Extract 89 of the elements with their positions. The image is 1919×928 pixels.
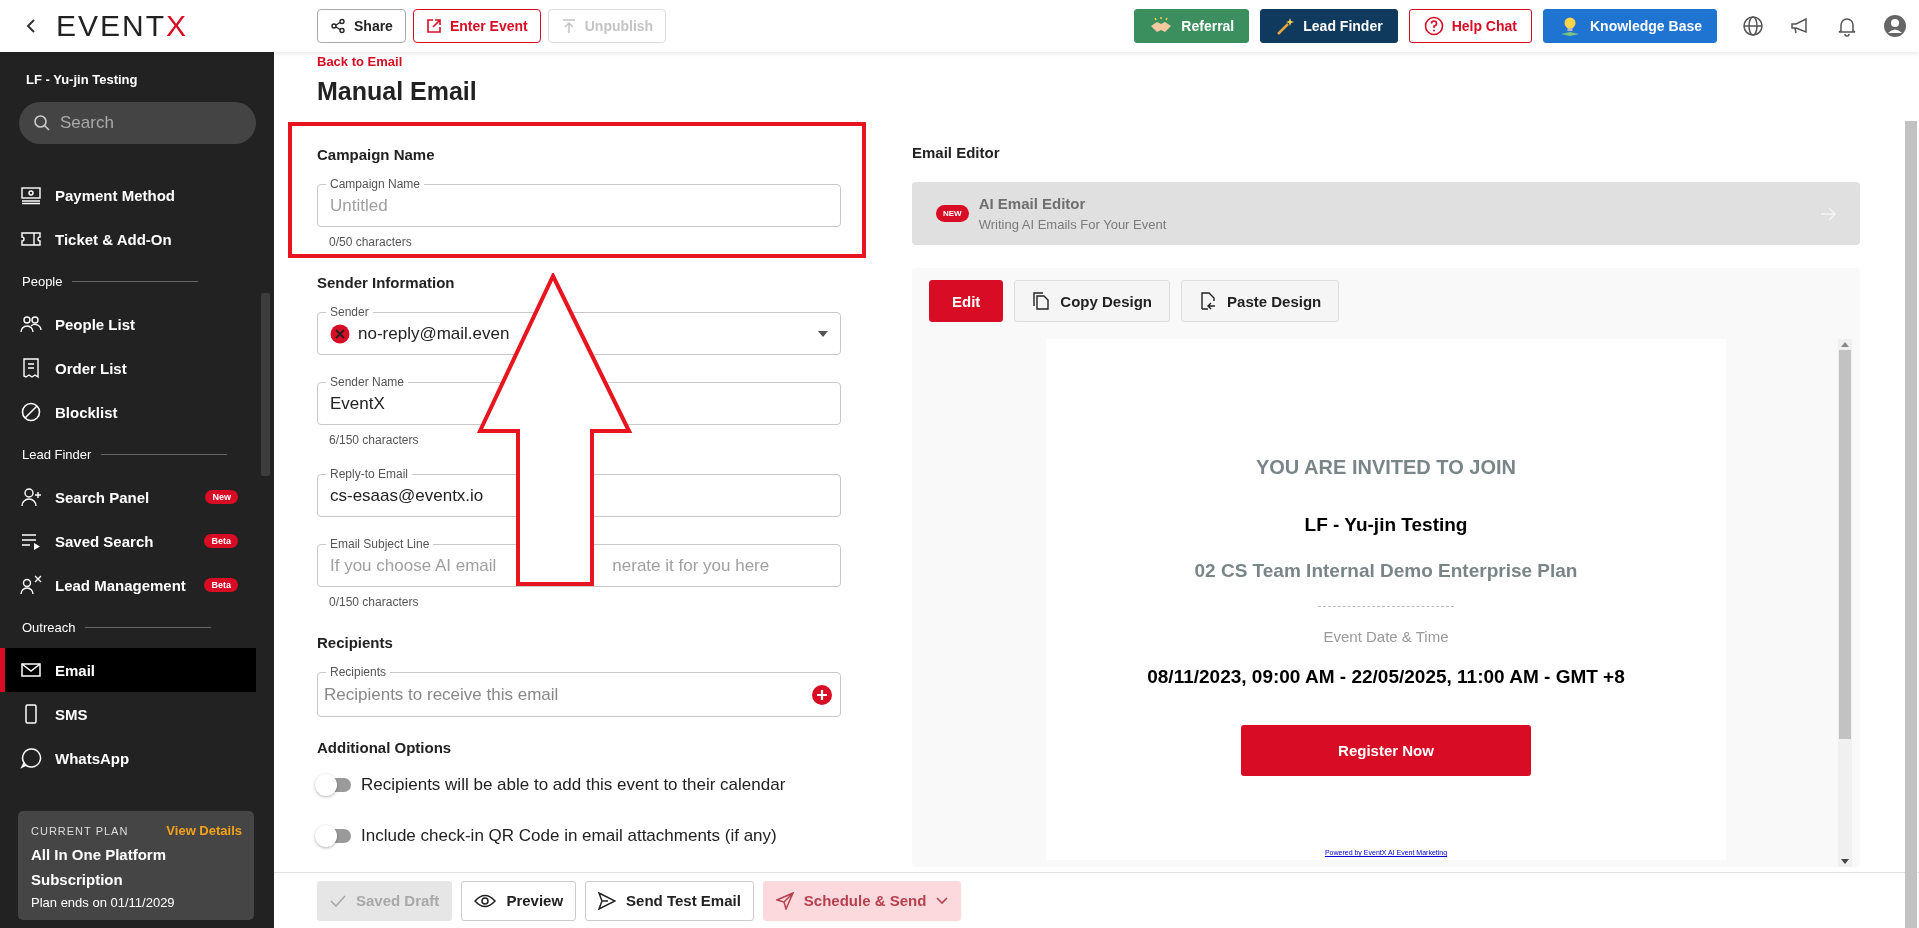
- user-avatar-icon[interactable]: [1883, 14, 1907, 38]
- section-label: Outreach: [22, 620, 76, 635]
- event-subtitle: 02 CS Team Internal Demo Enterprise Plan: [1194, 560, 1578, 582]
- character-counter: 0/50 characters: [328, 235, 413, 249]
- chat-bubble-icon: [20, 747, 42, 769]
- add-icon[interactable]: [812, 684, 832, 705]
- promo-button[interactable]: Knowledge Base: [1542, 9, 1717, 43]
- people-icon: [20, 313, 42, 335]
- new-badge: NEW: [936, 205, 969, 222]
- event-date: 08/11/2023, 09:00 AM - 22/05/2025, 11:00 AM - GMT +8: [1147, 666, 1625, 688]
- search-field[interactable]: Search: [19, 102, 256, 144]
- footer-action-button[interactable]: Preview: [461, 880, 577, 921]
- badge: Beta: [204, 578, 238, 592]
- view-details-link[interactable]: View Details: [166, 823, 242, 838]
- copy-icon: [1032, 291, 1051, 311]
- search-icon: [33, 114, 51, 132]
- sidebar-item[interactable]: Email: [0, 648, 256, 692]
- section-heading: Sender Information: [317, 274, 456, 292]
- promo-button[interactable]: Help Chat: [1408, 9, 1532, 43]
- notification-bell-icon[interactable]: [1836, 15, 1858, 37]
- sidebar-item[interactable]: Ticket & Add-On: [0, 217, 256, 261]
- banner-subtitle: Writing AI Emails For Your Event: [978, 217, 1167, 232]
- send-icon: [775, 891, 794, 910]
- event-name: LF - Yu-jin Testing: [25, 71, 139, 87]
- sidebar-item[interactable]: Search Panel New: [0, 475, 256, 519]
- scrollbar[interactable]: [1905, 121, 1917, 928]
- scrollbar[interactable]: [261, 293, 270, 476]
- section-heading: Additional Options: [317, 739, 453, 757]
- magic-wand-icon: [1275, 16, 1296, 36]
- character-counter: 0/150 characters: [328, 595, 420, 609]
- paste-icon: [1199, 291, 1218, 311]
- help-icon: [1423, 16, 1444, 36]
- chevron-down-icon: [936, 896, 949, 905]
- check-icon: [330, 894, 346, 907]
- sidebar-item[interactable]: People List: [0, 302, 256, 346]
- badge: New: [205, 490, 238, 504]
- globe-icon[interactable]: [1742, 15, 1764, 37]
- add-user-icon: [20, 486, 42, 508]
- upload-icon: [560, 18, 577, 34]
- ai-editor-banner[interactable]: NEW AI Email Editor Writing AI Emails For Your Event: [912, 182, 1860, 245]
- option-label: Recipients will be able to add this event to their calendar: [361, 775, 786, 795]
- sidebar-item[interactable]: Lead Management Beta: [0, 563, 256, 607]
- section-label: People: [22, 274, 63, 289]
- back-link[interactable]: Back to Email: [317, 54, 841, 70]
- section-heading: Email Editor: [912, 144, 1001, 162]
- date-label: Event Date & Time: [1323, 628, 1449, 645]
- footer-action-button[interactable]: Send Test Email: [585, 880, 754, 921]
- receipt-icon: [20, 357, 42, 379]
- back-chevron-icon[interactable]: [26, 18, 36, 34]
- payment-card-icon: [20, 184, 42, 206]
- event-title: LF - Yu-jin Testing: [1304, 514, 1468, 536]
- share-icon: [330, 18, 346, 34]
- editor-tool-button[interactable]: Paste Design: [1181, 280, 1340, 322]
- sidebar-item[interactable]: SMS: [0, 692, 256, 736]
- section-heading: Recipients: [317, 634, 394, 652]
- sidebar-item[interactable]: Saved Search Beta: [0, 519, 256, 563]
- sender-avatar-icon: [330, 323, 350, 344]
- plan-name: All In One Platform Subscription: [31, 845, 167, 890]
- block-icon: [20, 401, 42, 423]
- section-heading: Campaign Name: [317, 146, 436, 164]
- invite-heading: YOU ARE INVITED TO JOIN: [1255, 456, 1516, 479]
- sidebar-item[interactable]: Blocklist: [0, 390, 256, 434]
- promo-button[interactable]: Lead Finder: [1260, 9, 1398, 43]
- register-button[interactable]: Register Now: [1241, 725, 1531, 776]
- section-label: Lead Finder: [22, 447, 92, 462]
- sidebar-item[interactable]: Order List: [0, 346, 256, 390]
- editor-tool-button[interactable]: Edit: [929, 280, 1004, 322]
- scrollbar[interactable]: [1838, 339, 1852, 867]
- banner-title: AI Email Editor: [978, 195, 1087, 212]
- top-action-button[interactable]: Share: [317, 9, 406, 43]
- plan-end-date: Plan ends on 01/11/2029: [31, 895, 176, 910]
- sidebar-item[interactable]: Payment Method: [0, 173, 256, 217]
- external-link-icon: [425, 18, 442, 34]
- promo-button[interactable]: Referral: [1134, 9, 1250, 43]
- user-network-icon: [20, 574, 42, 596]
- scroll-up-icon[interactable]: [1841, 342, 1849, 347]
- sidebar-item[interactable]: WhatsApp: [0, 736, 256, 780]
- eye-icon: [474, 893, 497, 908]
- dropdown-caret-icon: [818, 330, 828, 337]
- character-counter: 6/150 characters: [328, 433, 420, 447]
- top-action-button[interactable]: Enter Event: [412, 9, 541, 43]
- plan-caption: CURRENT PLAN: [31, 824, 129, 837]
- send-icon: [598, 891, 617, 910]
- page-title: Manual Email: [317, 76, 478, 106]
- logo[interactable]: EVENTX: [56, 9, 189, 43]
- editor-tool-button[interactable]: Copy Design: [1014, 280, 1171, 322]
- option-label: Include check-in QR Code in email attachments (if any): [361, 826, 777, 846]
- badge: Beta: [204, 534, 238, 548]
- scroll-down-icon[interactable]: [1841, 859, 1849, 864]
